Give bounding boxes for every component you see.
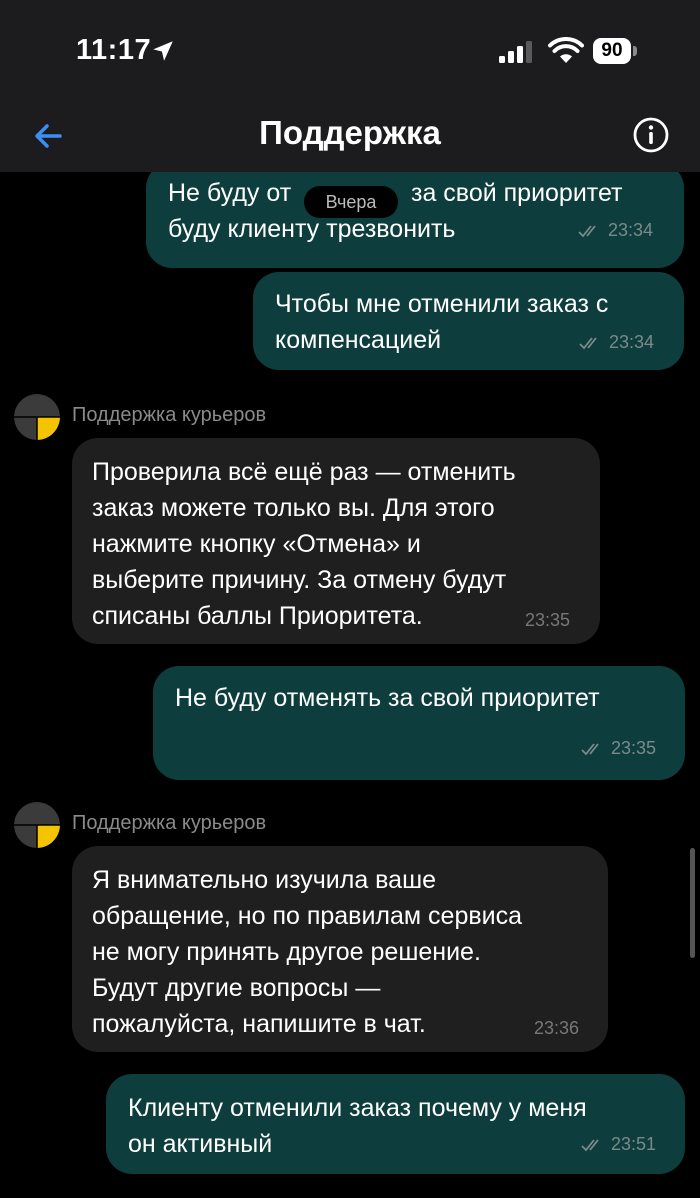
message-incoming[interactable]: Я внимательно изучила ваше обращение, но… [72,846,608,1052]
page-title: Поддержка [259,114,441,151]
message-time: 23:34 [609,332,655,352]
message-outgoing[interactable]: Не буду отменять за свой приоритет 23:35 [153,666,685,780]
message-text-line: за свой приоритет [411,179,623,207]
message-text-line: Не буду отменять за свой приоритет [175,684,600,712]
message-meta: 23:34 [579,332,654,353]
battery-indicator: 90 [593,38,637,64]
message-outgoing[interactable]: Не буду от за свой приоритет буду клиент… [146,172,684,268]
date-separator: Вчера [304,186,398,218]
message-text-line: Чтобы мне отменили заказ с [275,290,609,318]
message-text-line: он активный [128,1130,273,1158]
wifi-icon [548,37,584,63]
message-text-line: обращение, но по правилам сервиса [92,902,523,930]
message-meta: 23:35 [581,738,656,759]
message-text-line: нажмите кнопку «Отмена» и [92,530,421,558]
chat-area[interactable]: Не буду от за свой приоритет буду клиент… [0,172,700,1198]
info-icon[interactable] [632,116,670,154]
message-meta: 23:34 [578,220,653,241]
message-text-line: пожалуйста, напишите в чат. [92,1010,426,1038]
message-outgoing[interactable]: Чтобы мне отменили заказ с компенсацией … [253,272,684,370]
sender-avatar[interactable] [14,394,60,440]
message-text-line: компенсацией [275,326,442,354]
double-check-icon [578,225,596,238]
battery-level: 90 [593,38,631,64]
message-text-line: Проверила всё ещё раз — отменить [92,458,516,486]
double-check-icon [579,337,597,350]
message-text-line: не могу принять другое решение. [92,938,481,966]
message-incoming[interactable]: Проверила всё ещё раз — отменить заказ м… [72,438,600,644]
status-time: 11:17 [76,34,152,66]
scrollbar-thumb[interactable] [690,848,695,958]
message-text-line: Клиенту отменили заказ почему у меня [128,1094,587,1122]
battery-cap [633,46,637,56]
sender-name: Поддержка курьеров [72,404,267,426]
message-text-line: заказ можете только вы. Для этого [92,494,495,522]
message-text-line: Не буду от [168,179,292,207]
sender-avatar[interactable] [14,802,60,848]
cellular-signal-icon [499,41,532,63]
message-text-line: Я внимательно изучила ваше [92,866,437,894]
chat-header: Поддержка [0,100,700,172]
message-text-line: Будут другие вопросы — [92,974,381,1002]
message-text-line: буду клиенту трезвонить [168,215,456,243]
message-time: 23:35 [525,610,571,630]
support-logo-icon [14,394,60,440]
double-check-icon [581,743,599,756]
support-logo-icon [14,802,60,848]
message-time: 23:51 [611,1134,657,1154]
sender-name: Поддержка курьеров [72,812,267,834]
message-text-line: списаны баллы Приоритета. [92,602,423,630]
location-arrow-icon [153,41,173,61]
message-text-line: выберите причину. За отмену будут [92,566,507,594]
message-time: 23:35 [611,738,657,758]
status-bar: 11:17 90 [0,0,700,100]
message-outgoing[interactable]: Клиенту отменили заказ почему у меня он … [106,1074,685,1174]
message-time: 23:34 [608,220,654,240]
message-meta: 23:51 [581,1134,656,1155]
message-time: 23:36 [534,1018,580,1038]
double-check-icon [581,1139,599,1152]
